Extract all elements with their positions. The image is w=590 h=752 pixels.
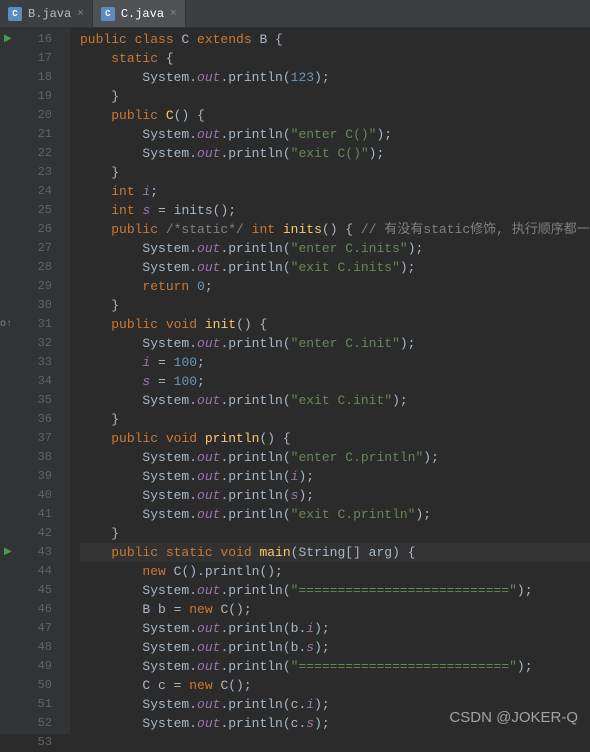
code-line[interactable]: System.out.println("enter C.inits"); [80, 239, 590, 258]
line-number: 32 [18, 334, 52, 353]
line-number: 38 [18, 448, 52, 467]
code-line[interactable]: System.out.println("====================… [80, 581, 590, 600]
line-number: 41 [18, 505, 52, 524]
code-line[interactable]: System.out.println("====================… [80, 657, 590, 676]
line-number: 27 [18, 239, 52, 258]
line-number: 33 [18, 353, 52, 372]
code-line[interactable]: System.out.println("exit C.inits"); [80, 258, 590, 277]
line-number: 30 [18, 296, 52, 315]
code-line[interactable]: return 0; [80, 277, 590, 296]
line-number: 29 [18, 277, 52, 296]
tab-b-java[interactable]: C B.java × [0, 0, 93, 27]
line-number: 53 [18, 733, 52, 752]
override-gutter-icon[interactable]: o↑ [0, 315, 12, 334]
line-number: 35 [18, 391, 52, 410]
code-line[interactable]: } [80, 296, 590, 315]
line-number: 40 [18, 486, 52, 505]
line-number: 17 [18, 49, 52, 68]
code-line[interactable]: System.out.println(s); [80, 486, 590, 505]
line-number: 20 [18, 106, 52, 125]
code-line[interactable]: i = 100; [80, 353, 590, 372]
run-gutter-icon[interactable]: ▶ [4, 30, 12, 49]
code-line[interactable]: public /*static*/ int inits() { // 有没有st… [80, 220, 590, 239]
line-number: 18 [18, 68, 52, 87]
line-number: 22 [18, 144, 52, 163]
line-number: 26 [18, 220, 52, 239]
tab-label: C.java [121, 7, 164, 21]
code-line[interactable]: new C().println(); [80, 562, 590, 581]
line-number: 34 [18, 372, 52, 391]
code-line[interactable]: System.out.println(b.i); [80, 619, 590, 638]
run-gutter-icon[interactable]: ▶ [4, 543, 12, 562]
line-number: 47 [18, 619, 52, 638]
line-number: 51 [18, 695, 52, 714]
code-line[interactable]: static { [80, 49, 590, 68]
editor-area: 16▶171819202122232425262728293031o↑32333… [0, 28, 590, 734]
code-line[interactable]: s = 100; [80, 372, 590, 391]
code-area[interactable]: public class C extends B { static { Syst… [70, 28, 590, 734]
code-line[interactable]: } [80, 87, 590, 106]
line-number: 24 [18, 182, 52, 201]
code-line[interactable]: public void println() { [80, 429, 590, 448]
line-number: 48 [18, 638, 52, 657]
line-number: 23 [18, 163, 52, 182]
code-line[interactable]: public void init() { [80, 315, 590, 334]
code-line[interactable]: System.out.println("enter C()"); [80, 125, 590, 144]
code-line[interactable]: public C() { [80, 106, 590, 125]
line-number: 28 [18, 258, 52, 277]
code-line[interactable]: System.out.println(b.s); [80, 638, 590, 657]
close-icon[interactable]: × [170, 8, 177, 20]
line-number: 45 [18, 581, 52, 600]
code-line[interactable]: System.out.println(123); [80, 68, 590, 87]
code-line[interactable]: System.out.println(i); [80, 467, 590, 486]
code-line[interactable]: System.out.println("exit C.println"); [80, 505, 590, 524]
fold-column [60, 28, 70, 734]
line-number: 39 [18, 467, 52, 486]
code-line[interactable]: System.out.println("enter C.println"); [80, 448, 590, 467]
tab-c-java[interactable]: C C.java × [93, 0, 186, 27]
line-number: 44 [18, 562, 52, 581]
tab-bar: C B.java × C C.java × [0, 0, 590, 28]
code-line[interactable]: int i; [80, 182, 590, 201]
line-number: 19 [18, 87, 52, 106]
line-number: 43▶ [18, 543, 52, 562]
line-number: 25 [18, 201, 52, 220]
line-number: 52 [18, 714, 52, 733]
line-number: 16▶ [18, 30, 52, 49]
code-line[interactable]: C c = new C(); [80, 676, 590, 695]
code-line[interactable]: System.out.println("exit C()"); [80, 144, 590, 163]
watermark: CSDN @JOKER-Q [449, 709, 578, 726]
java-class-icon: C [8, 7, 22, 21]
line-number: 21 [18, 125, 52, 144]
gutter-icon-column [0, 28, 18, 734]
code-line[interactable]: } [80, 163, 590, 182]
code-line[interactable]: } [80, 524, 590, 543]
code-line[interactable]: System.out.println("exit C.init"); [80, 391, 590, 410]
line-number: 50 [18, 676, 52, 695]
java-class-icon: C [101, 7, 115, 21]
code-line[interactable]: B b = new C(); [80, 600, 590, 619]
code-line[interactable]: } [80, 410, 590, 429]
code-line[interactable]: System.out.println("enter C.init"); [80, 334, 590, 353]
code-line[interactable]: public static void main(String[] arg) { [80, 543, 590, 562]
code-line[interactable]: int s = inits(); [80, 201, 590, 220]
line-number: 42 [18, 524, 52, 543]
line-number: 36 [18, 410, 52, 429]
line-number: 31o↑ [18, 315, 52, 334]
line-number: 46 [18, 600, 52, 619]
line-number: 49 [18, 657, 52, 676]
code-line[interactable]: public class C extends B { [80, 30, 590, 49]
close-icon[interactable]: × [77, 8, 84, 20]
tab-label: B.java [28, 7, 71, 21]
line-number-gutter: 16▶171819202122232425262728293031o↑32333… [18, 28, 60, 734]
line-number: 37 [18, 429, 52, 448]
